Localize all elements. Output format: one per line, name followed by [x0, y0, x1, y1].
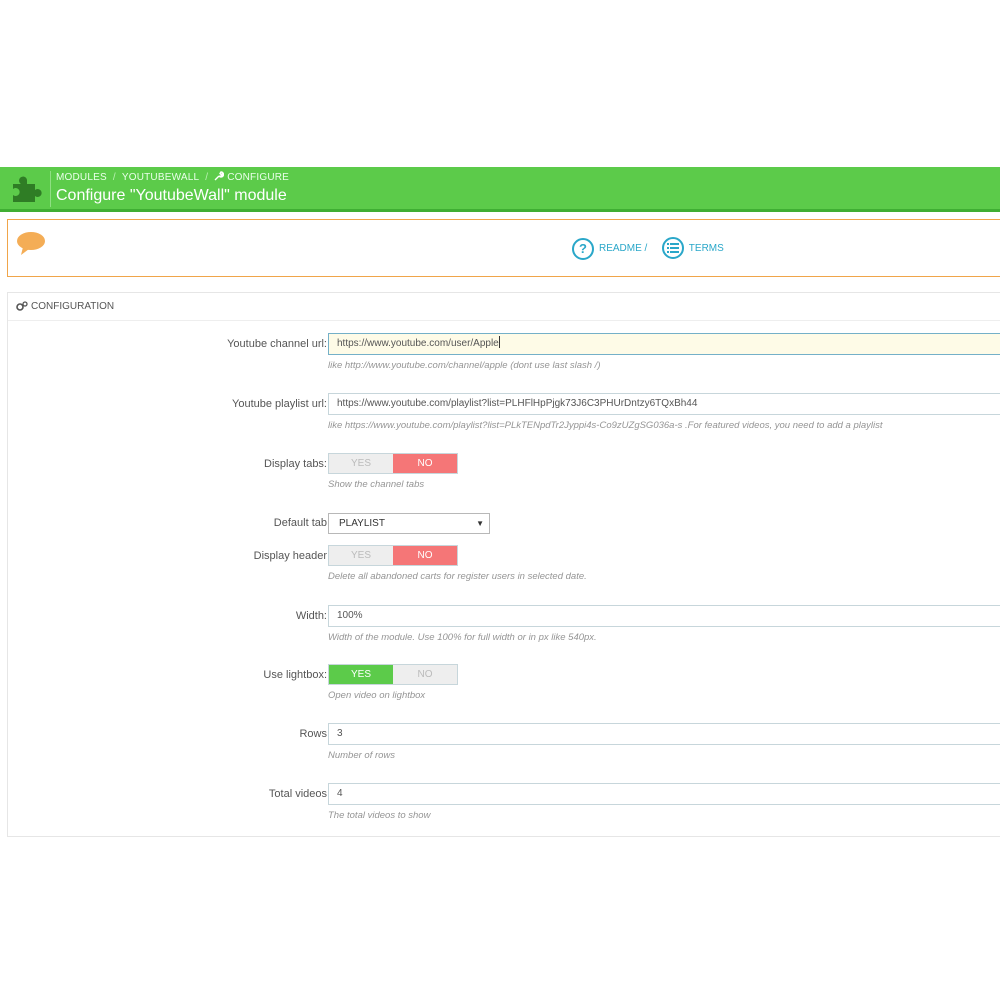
playlist-url-label: Youtube playlist url:: [232, 398, 327, 410]
display-header-label: Display header: [253, 550, 327, 562]
terms-label: TERMS: [688, 242, 724, 254]
default-tab-value: PLAYLIST: [339, 518, 385, 529]
terms-link[interactable]: TERMS: [661, 237, 724, 259]
width-input[interactable]: 100%: [328, 605, 1000, 627]
playlist-url-value: https://www.youtube.com/playlist?list=PL…: [337, 398, 698, 409]
readme-label: README /: [599, 243, 648, 254]
display-header-hint: Delete all abandoned carts for register …: [328, 571, 587, 582]
display-tabs-label: Display tabs:: [264, 458, 327, 470]
use-lightbox-yes[interactable]: YES: [329, 665, 393, 684]
puzzle-icon: [13, 176, 42, 202]
breadcrumb-youtubewall[interactable]: YOUTUBEWALL: [122, 172, 199, 183]
breadcrumb-modules[interactable]: MODULES: [56, 172, 107, 183]
rows-value: 3: [337, 728, 343, 739]
page-title: Configure "YoutubeWall" module: [56, 187, 287, 204]
default-tab-select[interactable]: PLAYLIST ▼: [328, 513, 490, 534]
width-label: Width:: [295, 610, 327, 622]
use-lightbox-hint: Open video on lightbox: [328, 690, 426, 701]
playlist-url-hint: like https://www.youtube.com/playlist?li…: [328, 420, 883, 431]
configuration-panel: CONFIGURATION Youtube channel url: https…: [7, 292, 1000, 837]
playlist-url-input[interactable]: https://www.youtube.com/playlist?list=PL…: [328, 393, 1000, 415]
question-icon: ?: [572, 237, 594, 260]
help-box: ? README / TERMS: [7, 219, 1000, 277]
total-videos-label: Total videos: [268, 788, 327, 800]
display-header-yes[interactable]: YES: [329, 546, 393, 565]
cogs-icon: [16, 301, 28, 311]
channel-url-hint: like http://www.youtube.com/channel/appl…: [328, 360, 601, 371]
use-lightbox-label: Use lightbox:: [263, 669, 327, 681]
display-tabs-yes[interactable]: YES: [329, 454, 393, 473]
channel-url-value: https://www.youtube.com/user/Apple: [337, 338, 499, 349]
readme-link[interactable]: ? README /: [572, 237, 648, 260]
breadcrumb: MODULES / YOUTUBEWALL / CONFIGURE: [56, 171, 290, 183]
display-tabs-no[interactable]: NO: [393, 454, 457, 473]
total-videos-input[interactable]: 4: [328, 783, 1000, 805]
caret-down-icon: ▼: [476, 519, 484, 528]
page-header: MODULES / YOUTUBEWALL / CONFIGURE Configure …: [0, 167, 1000, 212]
use-lightbox-toggle[interactable]: YES NO: [328, 664, 458, 685]
rows-hint: Number of rows: [328, 750, 396, 761]
use-lightbox-no[interactable]: NO: [393, 665, 457, 684]
channel-url-input[interactable]: https://www.youtube.com/user/Apple: [328, 333, 1000, 355]
breadcrumb-configure: CONFIGURE: [227, 172, 290, 183]
panel-heading-text: CONFIGURATION: [31, 301, 115, 312]
display-tabs-toggle[interactable]: YES NO: [328, 453, 458, 474]
wrench-icon: [214, 171, 225, 181]
total-videos-value: 4: [337, 788, 343, 799]
rows-label: Rows: [299, 728, 327, 740]
list-icon: [661, 237, 684, 259]
rows-input[interactable]: 3: [328, 723, 1000, 745]
display-header-no[interactable]: NO: [393, 546, 457, 565]
help-links: ? README / TERMS: [572, 237, 724, 263]
width-value: 100%: [337, 610, 363, 621]
panel-heading: CONFIGURATION: [8, 293, 1000, 321]
channel-url-label: Youtube channel url:: [227, 338, 327, 350]
speech-bubble-icon: [17, 232, 45, 255]
total-videos-hint: The total videos to show: [328, 810, 431, 821]
header-divider: [50, 171, 51, 207]
display-tabs-hint: Show the channel tabs: [328, 479, 425, 490]
default-tab-label: Default tab: [273, 517, 327, 529]
width-hint: Width of the module. Use 100% for full w…: [328, 632, 597, 643]
display-header-toggle[interactable]: YES NO: [328, 545, 458, 566]
